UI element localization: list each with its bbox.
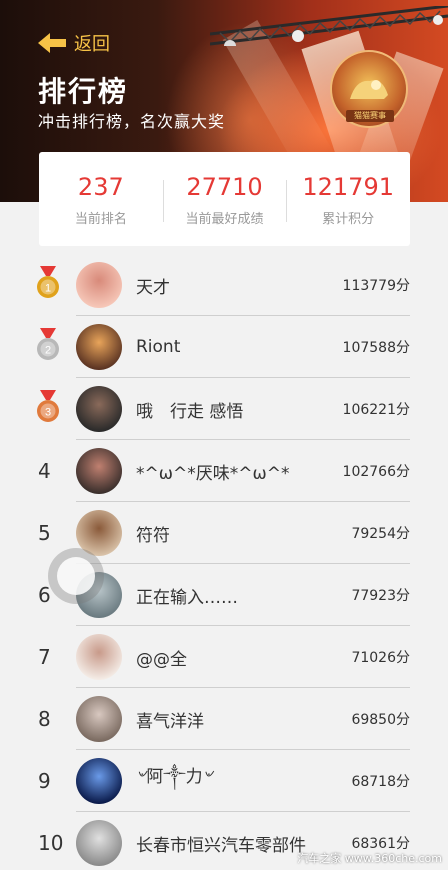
leaderboard-row[interactable]: 2 Riont 107588分 [0,316,448,378]
avatar[interactable] [76,758,122,804]
avatar[interactable] [76,386,122,432]
medal-rank: 3 [45,406,51,418]
stat-value: 27710 [186,172,263,201]
user-score: 68718分 [351,774,410,790]
back-label: 返回 [74,34,110,55]
user-score: 77923分 [351,588,410,604]
user-name: 天才 [136,277,170,298]
rank-medal: 1 [0,265,76,305]
user-name: 哦 行走 感悟 [136,401,244,422]
avatar[interactable] [76,448,122,494]
page-subtitle: 冲击排行榜，名次赢大奖 [38,112,226,131]
leaderboard-row[interactable]: 4 *^ω^*厌味*^ω^* 102766分 [0,440,448,502]
medal-icon: 2 [37,327,59,360]
stat-label: 当前排名 [74,211,127,227]
page-title: 排行榜 [38,75,129,108]
stat-value: 121791 [302,172,394,201]
stage-truss-icon [210,6,448,46]
stat-current-rank: 237 当前排名 [39,172,163,227]
rank-number: 7 [38,645,51,669]
leaderboard-row[interactable]: 3 哦 行走 感悟 106221分 [0,378,448,440]
trophy-badge-label: 猫猫赛事 [346,110,394,122]
rank-number: 8 [38,707,51,731]
user-score: 69850分 [351,712,410,728]
user-name: Riont [136,337,181,357]
stat-label: 当前最好成绩 [185,211,264,227]
avatar[interactable] [76,324,122,370]
user-name: 符符 [136,525,170,546]
floating-assist-icon [57,557,95,595]
rank-number: 5 [38,521,51,545]
avatar[interactable] [76,262,122,308]
stat-value: 237 [77,172,124,201]
leaderboard-row[interactable]: 1 天才 113779分 [0,254,448,316]
user-name: 正在输入…… [136,587,238,608]
avatar[interactable] [76,820,122,866]
user-name: *^ω^*厌味*^ω^* [136,463,290,484]
stat-best-score: 27710 当前最好成绩 [162,172,287,227]
leaderboard-row[interactable]: 8 喜气洋洋 69850分 [0,688,448,750]
avatar[interactable] [76,634,122,680]
stat-label: 累计积分 [322,211,375,227]
stat-total-points: 121791 累计积分 [286,172,410,227]
medal-rank: 2 [45,344,51,356]
rank-number: 4 [38,459,51,483]
rank-medal: 3 [0,389,76,429]
rank-number: 10 [38,831,64,855]
user-score: 102766分 [342,464,410,480]
arrow-left-icon [38,33,66,53]
avatar[interactable] [76,696,122,742]
leaderboard-row[interactable]: 9 ৺阿༒力৺ 68718分 [0,750,448,812]
rank-number: 9 [38,769,51,793]
rank-medal: 2 [0,327,76,367]
user-score: 107588分 [342,340,410,356]
user-name: 喜气洋洋 [136,711,204,732]
medal-icon: 3 [37,389,59,422]
user-score: 71026分 [351,650,410,666]
leaderboard-row[interactable]: 7 @@全 71026分 [0,626,448,688]
user-score: 113779分 [342,278,410,294]
user-score: 106221分 [342,402,410,418]
medal-icon: 1 [37,265,59,298]
watermark: 汽车之家 www.360che.com [297,852,442,865]
stats-card: 237 当前排名 27710 当前最好成绩 121791 累计积分 [39,152,410,246]
user-name: @@全 [136,649,187,670]
back-button[interactable]: 返回 [36,30,110,56]
user-score: 79254分 [351,526,410,542]
user-name: ৺阿༒力৺ [136,767,213,787]
floating-assist-button[interactable] [48,548,104,604]
medal-rank: 1 [45,282,51,294]
